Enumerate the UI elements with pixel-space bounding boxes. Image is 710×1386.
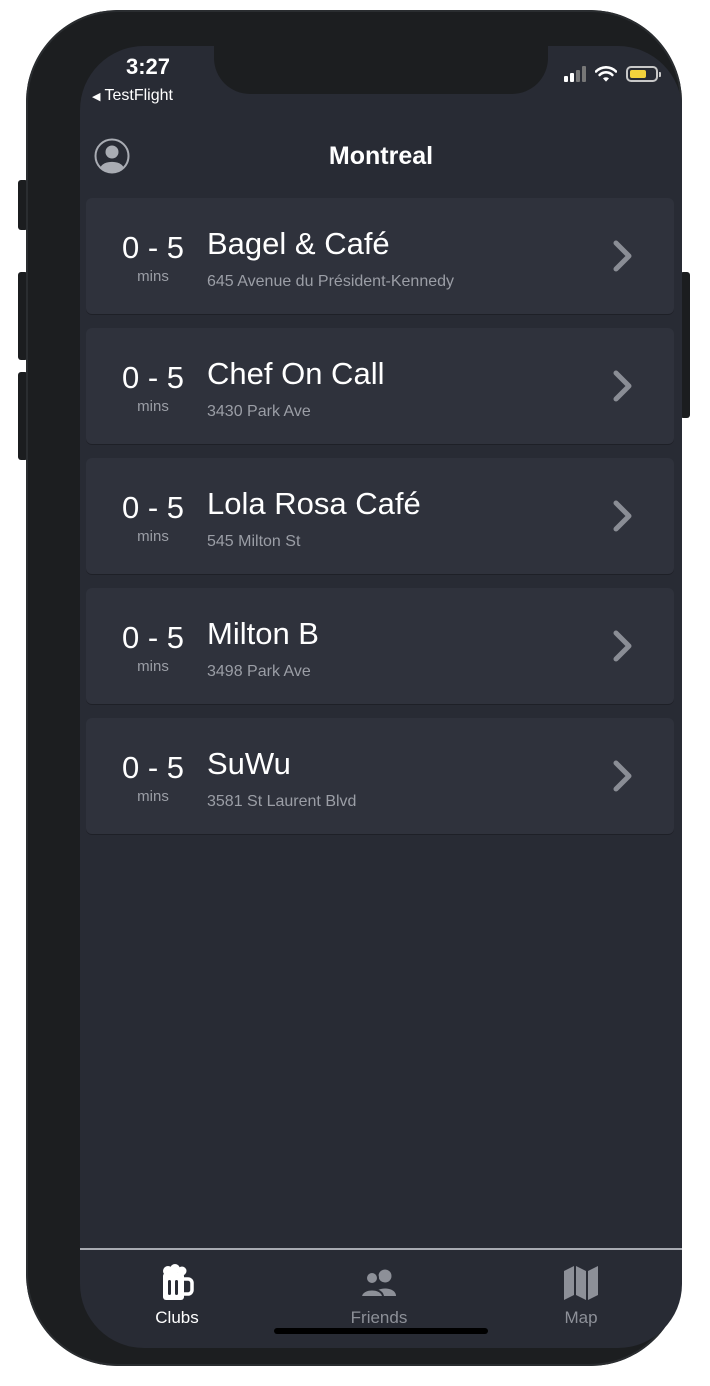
map-icon — [564, 1266, 598, 1300]
battery-icon — [626, 66, 661, 82]
screen: 3:27 ◀ TestFlight Montreal 0 - 5 mins Ba… — [80, 46, 682, 1348]
home-indicator[interactable] — [274, 1328, 488, 1334]
status-icons — [564, 66, 661, 82]
back-triangle-icon: ◀ — [92, 90, 101, 103]
eta-range: 0 - 5 — [121, 750, 185, 785]
club-address: 3498 Park Ave — [207, 663, 311, 680]
club-address: 545 Milton St — [207, 533, 301, 550]
notch — [214, 46, 548, 94]
eta-unit: mins — [137, 788, 169, 805]
eta: 0 - 5 mins — [116, 750, 190, 806]
friends-icon — [359, 1269, 396, 1298]
club-name: Lola Rosa Café — [207, 486, 421, 521]
chevron-right-icon — [613, 500, 632, 532]
eta-unit: mins — [137, 658, 169, 675]
clubs-list: 0 - 5 mins Bagel & Café 645 Avenue du Pr… — [86, 198, 674, 848]
status-time: 3:27 — [126, 54, 171, 79]
chevron-right-icon — [613, 760, 632, 792]
club-name: SuWu — [207, 746, 291, 781]
tab-friends-label: Friends — [350, 1308, 408, 1327]
eta-unit: mins — [137, 398, 169, 415]
tab-clubs-label: Clubs — [155, 1308, 199, 1327]
phone-frame: 3:27 ◀ TestFlight Montreal 0 - 5 mins Ba… — [26, 10, 682, 1366]
eta: 0 - 5 mins — [116, 620, 190, 676]
club-name: Milton B — [207, 616, 319, 651]
tab-clubs[interactable]: Clubs — [117, 1264, 237, 1328]
back-app-label: TestFlight — [104, 87, 173, 104]
beer-mug-icon — [163, 1264, 194, 1300]
club-card[interactable]: 0 - 5 mins Bagel & Café 645 Avenue du Pr… — [86, 198, 674, 314]
eta-range: 0 - 5 — [121, 490, 185, 525]
eta: 0 - 5 mins — [116, 490, 190, 546]
tab-friends[interactable]: Friends — [319, 1264, 439, 1328]
eta: 0 - 5 mins — [116, 360, 190, 416]
club-card[interactable]: 0 - 5 mins Chef On Call 3430 Park Ave — [86, 328, 674, 444]
eta-range: 0 - 5 — [121, 620, 185, 655]
chevron-right-icon — [613, 630, 632, 662]
club-card[interactable]: 0 - 5 mins Lola Rosa Café 545 Milton St — [86, 458, 674, 574]
chevron-right-icon — [613, 370, 632, 402]
chevron-right-icon — [613, 240, 632, 272]
battery-level — [630, 70, 646, 78]
page-title: Montreal — [328, 142, 434, 170]
club-card[interactable]: 0 - 5 mins SuWu 3581 St Laurent Blvd — [86, 718, 674, 834]
club-address: 3430 Park Ave — [207, 403, 311, 420]
back-to-app-link[interactable]: ◀ TestFlight — [92, 87, 173, 105]
club-address: 3581 St Laurent Blvd — [207, 793, 357, 810]
eta-unit: mins — [137, 528, 169, 545]
cellular-signal-icon — [564, 66, 586, 82]
eta-range: 0 - 5 — [121, 230, 185, 265]
club-name: Bagel & Café — [207, 226, 390, 261]
tab-map[interactable]: Map — [521, 1264, 641, 1328]
wifi-icon — [595, 66, 617, 82]
club-name: Chef On Call — [207, 356, 385, 391]
club-card[interactable]: 0 - 5 mins Milton B 3498 Park Ave — [86, 588, 674, 704]
tab-map-label: Map — [564, 1308, 598, 1327]
eta-unit: mins — [137, 268, 169, 285]
eta-range: 0 - 5 — [121, 360, 185, 395]
club-address: 645 Avenue du Président-Kennedy — [207, 273, 455, 290]
eta: 0 - 5 mins — [116, 230, 190, 286]
